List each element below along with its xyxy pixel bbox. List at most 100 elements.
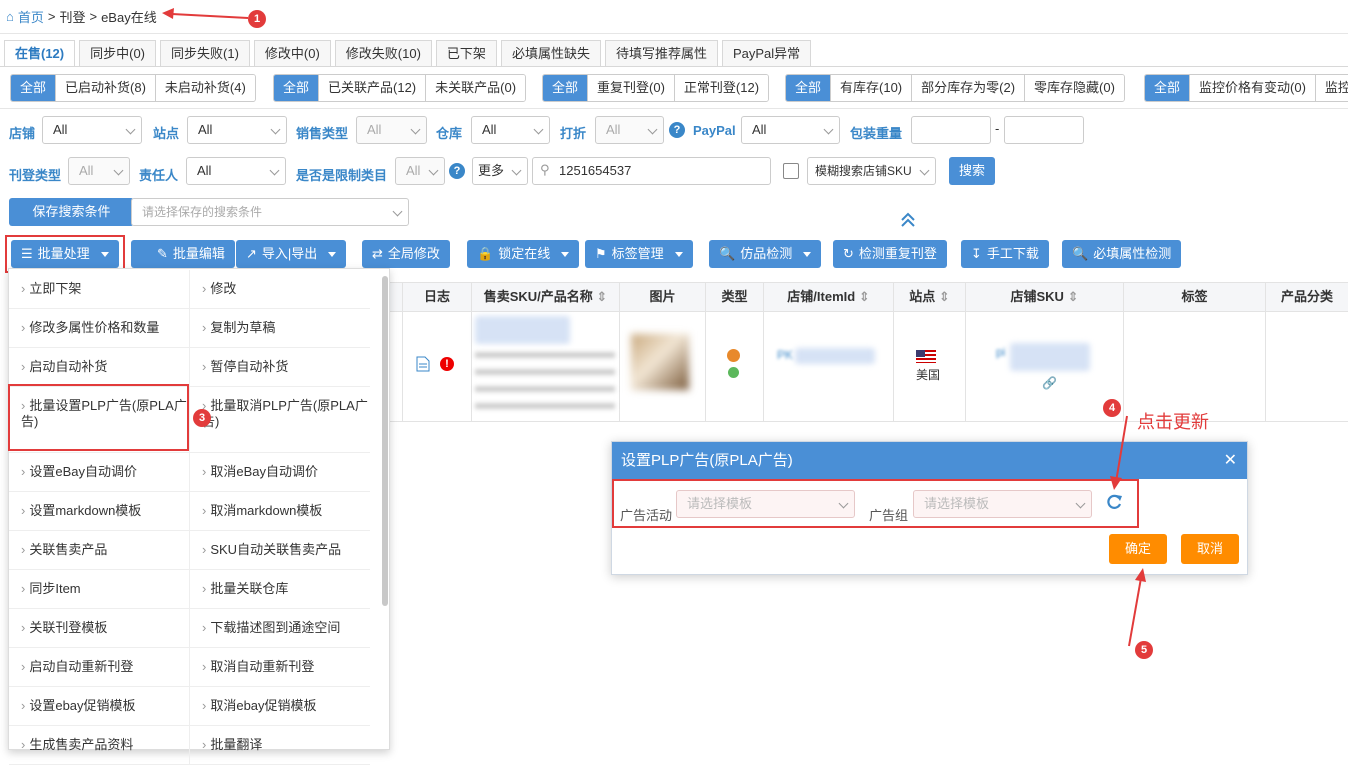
- check-duplicate-button[interactable]: ↻ 检测重复刊登: [833, 240, 947, 268]
- tab-recommended-attrs[interactable]: 待填写推荐属性: [604, 40, 718, 66]
- breadcrumb-listing[interactable]: 刊登: [59, 7, 85, 26]
- import-export-button[interactable]: ↗ 导入|导出: [236, 240, 347, 268]
- import-export-label: 导入|导出: [261, 246, 318, 261]
- search-input[interactable]: ⚲ 1251654537: [532, 157, 771, 185]
- restock-on-button[interactable]: 已启动补货(8): [55, 75, 155, 101]
- linked-no-button[interactable]: 未关联产品(0): [425, 75, 526, 101]
- required-attr-check-button[interactable]: 🔍 必填属性检测: [1062, 240, 1182, 268]
- tab-delisted[interactable]: 已下架: [435, 40, 497, 66]
- tag-manage-button[interactable]: ⚑ 标签管理: [585, 240, 693, 268]
- restock-off-button[interactable]: 未启动补货(4): [154, 75, 255, 101]
- site-select[interactable]: All: [187, 116, 287, 144]
- more-select[interactable]: 更多: [472, 157, 528, 185]
- link-icon[interactable]: 🔗: [1042, 376, 1057, 390]
- weight-max-input[interactable]: [1004, 116, 1084, 144]
- menu-item-left-11[interactable]: › 生成售卖产品资料: [9, 726, 190, 765]
- tab-syncing[interactable]: 同步中(0): [79, 40, 157, 66]
- col-sku[interactable]: 售卖SKU/产品名称 ⇕: [471, 282, 619, 312]
- tab-on-sale[interactable]: 在售(12): [4, 40, 76, 66]
- menu-scrollbar[interactable]: [382, 276, 388, 606]
- help-icon[interactable]: ?: [449, 163, 465, 179]
- tab-sync-failed[interactable]: 同步失败(1): [160, 40, 250, 66]
- menu-item-left-7[interactable]: › 同步Item: [9, 570, 190, 609]
- shop-sku-blurred[interactable]: pi: [996, 345, 1005, 359]
- menu-item-left-8[interactable]: › 关联刊登模板: [9, 609, 190, 648]
- menu-item-right-11[interactable]: › 批量翻译: [189, 726, 370, 765]
- cancel-button[interactable]: 取消: [1181, 534, 1239, 564]
- discount-select[interactable]: All: [595, 116, 664, 144]
- menu-item-left-9[interactable]: › 启动自动重新刊登: [9, 648, 190, 687]
- paypal-select[interactable]: All: [741, 116, 840, 144]
- menu-item-right-6[interactable]: › SKU自动关联售卖产品: [189, 531, 370, 570]
- warehouse-select[interactable]: All: [471, 116, 550, 144]
- log-doc-icon[interactable]: [416, 356, 430, 372]
- price-all-button[interactable]: 全部: [1145, 75, 1190, 101]
- menu-item-right-9[interactable]: › 取消自动重新刊登: [189, 648, 370, 687]
- manual-download-button[interactable]: ↧ 手工下载: [961, 240, 1049, 268]
- col-shop-itemid[interactable]: 店铺/ItemId ⇕: [763, 282, 893, 312]
- menu-item-right-1[interactable]: › 复制为草稿: [189, 309, 370, 348]
- owner-select[interactable]: All: [186, 157, 286, 185]
- menu-item-right-2[interactable]: › 暂停自动补货: [189, 348, 370, 387]
- stock-all-button[interactable]: 全部: [786, 75, 831, 101]
- global-modify-button[interactable]: ⇄ 全局修改: [362, 240, 450, 268]
- dup-normal-button[interactable]: 正常刊登(12): [673, 75, 769, 101]
- listing-type-select[interactable]: All: [68, 157, 130, 185]
- divider: [0, 108, 1348, 109]
- price-monitor-button[interactable]: 监控: [1314, 75, 1348, 101]
- breadcrumb-home[interactable]: 首页: [18, 7, 44, 26]
- home-icon[interactable]: ⌂: [6, 9, 14, 24]
- replica-check-button[interactable]: 🔍 仿品检测: [709, 240, 822, 268]
- saved-search-select[interactable]: 请选择保存的搜索条件: [131, 198, 409, 226]
- menu-item-left-1[interactable]: › 修改多属性价格和数量: [9, 309, 190, 348]
- batch-edit-button[interactable]: ✎ 批量编辑: [131, 240, 235, 268]
- dup-all-button[interactable]: 全部: [543, 75, 588, 101]
- confirm-button[interactable]: 确定: [1109, 534, 1167, 564]
- search-button[interactable]: 搜索: [949, 157, 995, 185]
- restock-all-button[interactable]: 全部: [11, 75, 56, 101]
- linked-yes-button[interactable]: 已关联产品(12): [318, 75, 426, 101]
- help-icon[interactable]: ?: [669, 122, 685, 138]
- menu-item-right-7[interactable]: › 批量关联仓库: [189, 570, 370, 609]
- menu-item-right-8[interactable]: › 下载描述图到通途空间: [189, 609, 370, 648]
- close-icon[interactable]: ✕: [1224, 450, 1237, 470]
- stock-zero-hidden-button[interactable]: 零库存隐藏(0): [1024, 75, 1124, 101]
- chevron-right-icon: ›: [21, 737, 26, 752]
- tab-modify-failed[interactable]: 修改失败(10): [334, 40, 432, 66]
- menu-item-right-4[interactable]: › 取消eBay自动调价: [189, 453, 370, 492]
- menu-item-left-4[interactable]: › 设置eBay自动调价: [9, 453, 190, 492]
- stock-partial-zero-button[interactable]: 部分库存为零(2): [911, 75, 1025, 101]
- menu-item-right-10[interactable]: › 取消ebay促销模板: [189, 687, 370, 726]
- stock-has-button[interactable]: 有库存(10): [830, 75, 912, 101]
- menu-item-left-6[interactable]: › 关联售卖产品: [9, 531, 190, 570]
- collapse-up-icon[interactable]: [900, 212, 916, 228]
- price-changed-button[interactable]: 监控价格有变动(0): [1189, 75, 1315, 101]
- shop-itemid-blurred[interactable]: PK: [777, 348, 793, 362]
- fuzzy-checkbox[interactable]: [783, 163, 799, 179]
- menu-item-left-2[interactable]: › 启动自动补货: [9, 348, 190, 387]
- tab-modifying[interactable]: 修改中(0): [253, 40, 331, 66]
- linked-all-button[interactable]: 全部: [274, 75, 319, 101]
- weight-label: 包装重量: [850, 126, 903, 141]
- menu-item-left-10[interactable]: › 设置ebay促销模板: [9, 687, 190, 726]
- dup-yes-button[interactable]: 重复刊登(0): [587, 75, 674, 101]
- col-site[interactable]: 站点 ⇕: [893, 282, 965, 312]
- fuzzy-search-select[interactable]: 模糊搜索店铺SKU: [807, 157, 936, 185]
- restricted-select[interactable]: All: [395, 157, 445, 185]
- lock-online-button[interactable]: 🔒 锁定在线: [467, 240, 580, 268]
- save-search-button[interactable]: 保存搜索条件: [9, 198, 134, 226]
- menu-item-left-5[interactable]: › 设置markdown模板: [9, 492, 190, 531]
- shop-select[interactable]: All: [42, 116, 142, 144]
- col-shop-sku[interactable]: 店铺SKU ⇕: [965, 282, 1123, 312]
- error-icon[interactable]: !: [440, 357, 454, 371]
- product-image[interactable]: [631, 334, 689, 390]
- menu-item-left-0[interactable]: › 立即下架: [9, 270, 190, 309]
- menu-item-right-3[interactable]: › 批量取消PLP广告(原PLA广告): [189, 387, 370, 453]
- tab-required-missing[interactable]: 必填属性缺失: [500, 40, 601, 66]
- sale-type-select[interactable]: All: [356, 116, 427, 144]
- tab-paypal-error[interactable]: PayPal异常: [721, 40, 812, 66]
- menu-item-right-0[interactable]: › 修改: [189, 270, 370, 309]
- chevron-right-icon: ›: [21, 542, 26, 557]
- weight-min-input[interactable]: [911, 116, 991, 144]
- menu-item-right-5[interactable]: › 取消markdown模板: [189, 492, 370, 531]
